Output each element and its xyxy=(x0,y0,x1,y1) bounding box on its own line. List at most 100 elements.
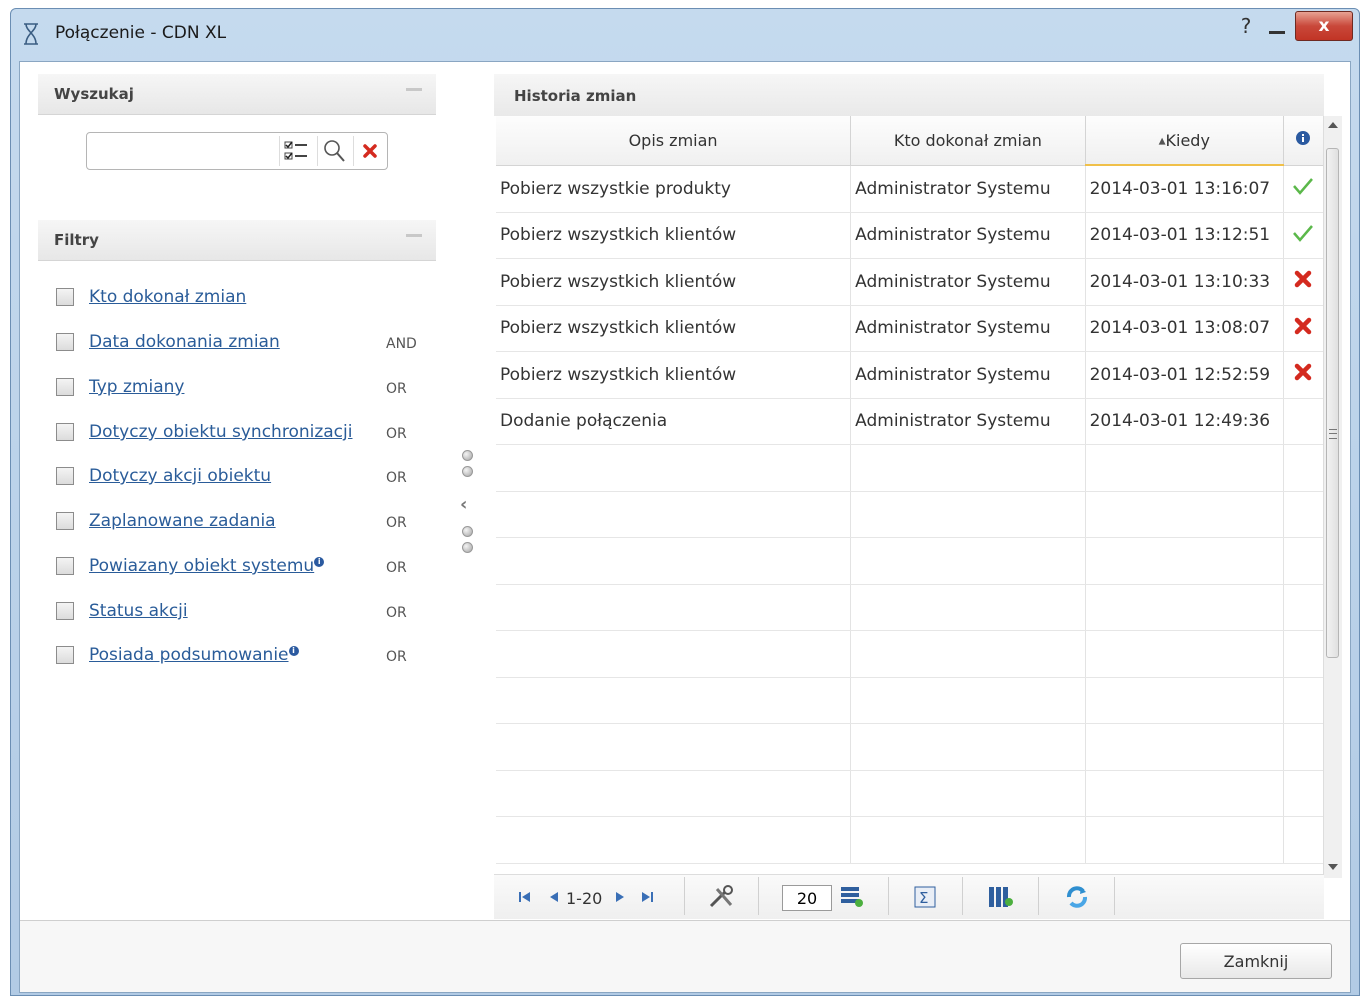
last-page-icon[interactable] xyxy=(640,885,654,909)
filter-link[interactable]: Dotyczy akcji obiektu xyxy=(89,466,271,486)
filter-item: Dotyczy akcji obiektu OR xyxy=(56,463,426,491)
filter-link[interactable]: Powiazany obiekt systemu i xyxy=(89,556,325,576)
empty-cell xyxy=(850,630,1086,678)
filter-checkbox[interactable] xyxy=(56,333,74,351)
filter-item: Posiada podsumowanie i OR xyxy=(56,642,426,670)
empty-cell xyxy=(1085,630,1284,678)
empty-cell xyxy=(496,491,852,538)
table-row[interactable]: Pobierz wszystkich klientów Administrator… xyxy=(496,351,1325,399)
panel-splitter[interactable]: ‹ xyxy=(458,446,478,566)
first-page-icon[interactable] xyxy=(518,885,532,909)
filter-link[interactable]: Zaplanowane zadania xyxy=(89,511,276,531)
filter-link[interactable]: Posiada podsumowanie i xyxy=(89,645,299,665)
refresh-icon[interactable] xyxy=(1064,885,1090,909)
table-row[interactable]: Pobierz wszystkich klientów Administrator… xyxy=(496,212,1325,259)
table-cell-when: 2014-03-01 12:49:36 xyxy=(1085,398,1284,445)
search-icon[interactable] xyxy=(317,136,350,166)
empty-cell xyxy=(496,723,852,771)
empty-cell xyxy=(850,584,1086,631)
filter-item: Status akcji OR xyxy=(56,598,426,626)
filter-item: Zaplanowane zadania OR xyxy=(56,508,426,536)
scroll-up-icon[interactable] xyxy=(1328,122,1338,128)
pager-separator xyxy=(684,877,685,915)
filter-checkbox[interactable] xyxy=(56,378,74,396)
filter-link[interactable]: Typ zmiany xyxy=(89,377,184,397)
help-button[interactable]: ? xyxy=(1233,13,1259,39)
table-row[interactable]: Pobierz wszystkich klientów Administrator… xyxy=(496,305,1325,352)
checklist-icon[interactable] xyxy=(279,136,312,166)
filter-link[interactable]: Data dokonania zmian xyxy=(89,332,280,352)
table-cell-desc: Pobierz wszystkich klientów xyxy=(496,305,852,352)
prev-page-icon[interactable] xyxy=(548,885,560,909)
status-error-icon xyxy=(1283,351,1325,399)
column-header-user[interactable]: Kto dokonał zmian xyxy=(850,116,1086,166)
filter-item: Kto dokonał zmian xyxy=(56,284,426,312)
next-page-icon[interactable] xyxy=(614,885,626,909)
status-error-icon xyxy=(1283,258,1325,306)
scroll-thumb[interactable] xyxy=(1326,148,1339,658)
table-row[interactable]: Pobierz wszystkich klientów Administrator… xyxy=(496,258,1325,306)
splitter-dot-icon xyxy=(462,466,473,477)
grid-scrollbar[interactable] xyxy=(1323,116,1342,878)
chevron-left-icon[interactable]: ‹ xyxy=(460,494,467,515)
table-cell-desc: Pobierz wszystkie produkty xyxy=(496,165,852,213)
table-header-row: Opis zmian Kto dokonał zmian ▲Kiedy xyxy=(496,116,1325,166)
empty-cell xyxy=(850,537,1086,585)
empty-cell xyxy=(850,723,1086,771)
filter-checkbox[interactable] xyxy=(56,646,74,664)
empty-cell xyxy=(496,770,852,817)
search-box xyxy=(86,132,388,170)
empty-cell xyxy=(1085,491,1284,538)
grip-icon xyxy=(1329,429,1337,439)
empty-cell xyxy=(1283,444,1325,492)
pager-separator xyxy=(888,877,889,915)
info-icon[interactable]: i xyxy=(314,557,325,568)
clear-search-icon[interactable] xyxy=(353,136,386,166)
minimize-button[interactable] xyxy=(1263,13,1291,39)
page-range: 1-20 xyxy=(566,889,603,908)
filter-checkbox[interactable] xyxy=(56,467,74,485)
filter-link[interactable]: Status akcji xyxy=(89,601,188,621)
splitter-dot-icon xyxy=(462,450,473,461)
filter-item: Dotyczy obiektu synchronizacji OR xyxy=(56,419,426,447)
filter-checkbox[interactable] xyxy=(56,602,74,620)
table-row[interactable]: Dodanie połączenia Administrator Systemu 2… xyxy=(496,398,1325,445)
collapse-filters-button[interactable] xyxy=(404,228,424,242)
filter-checkbox[interactable] xyxy=(56,557,74,575)
status-ok-icon xyxy=(1283,165,1325,213)
filter-operator: OR xyxy=(386,470,407,486)
empty-cell xyxy=(1283,816,1325,864)
empty-table-row xyxy=(496,584,1325,631)
tools-icon[interactable] xyxy=(708,885,736,909)
window-close-button[interactable]: x xyxy=(1295,11,1353,41)
page-size-list-icon[interactable] xyxy=(840,885,864,909)
empty-cell xyxy=(1085,677,1284,724)
info-icon[interactable]: i xyxy=(288,646,299,657)
dialog-window: Połączenie - CDN XL ? x Wyszukaj Filtry … xyxy=(10,8,1360,996)
sum-icon[interactable]: Σ xyxy=(914,885,936,909)
filters-panel-header: Filtry xyxy=(38,220,436,261)
page-size-input[interactable] xyxy=(782,885,832,911)
filter-link[interactable]: Kto dokonał zmian xyxy=(89,287,246,307)
svg-text:Σ: Σ xyxy=(919,889,928,907)
empty-cell xyxy=(1085,444,1284,492)
filter-checkbox[interactable] xyxy=(56,512,74,530)
search-input[interactable] xyxy=(91,137,283,165)
splitter-dot-icon xyxy=(462,526,473,537)
table-cell-desc: Pobierz wszystkich klientów xyxy=(496,258,852,306)
close-button[interactable]: Zamknij xyxy=(1180,943,1332,979)
filter-checkbox[interactable] xyxy=(56,288,74,306)
column-header-status[interactable] xyxy=(1283,116,1325,166)
empty-table-row xyxy=(496,491,1325,538)
filter-checkbox[interactable] xyxy=(56,423,74,441)
filter-link[interactable]: Dotyczy obiektu synchronizacji xyxy=(89,422,352,442)
columns-icon[interactable] xyxy=(988,885,1014,909)
column-header-date[interactable]: ▲Kiedy xyxy=(1085,116,1284,166)
collapse-search-button[interactable] xyxy=(404,82,424,96)
empty-cell xyxy=(850,444,1086,492)
column-header-description[interactable]: Opis zmian xyxy=(496,116,852,166)
table-cell-desc: Dodanie połączenia xyxy=(496,398,852,445)
empty-cell xyxy=(850,677,1086,724)
scroll-down-icon[interactable] xyxy=(1328,864,1338,870)
table-row[interactable]: Pobierz wszystkie produkty Administrator … xyxy=(496,165,1325,213)
